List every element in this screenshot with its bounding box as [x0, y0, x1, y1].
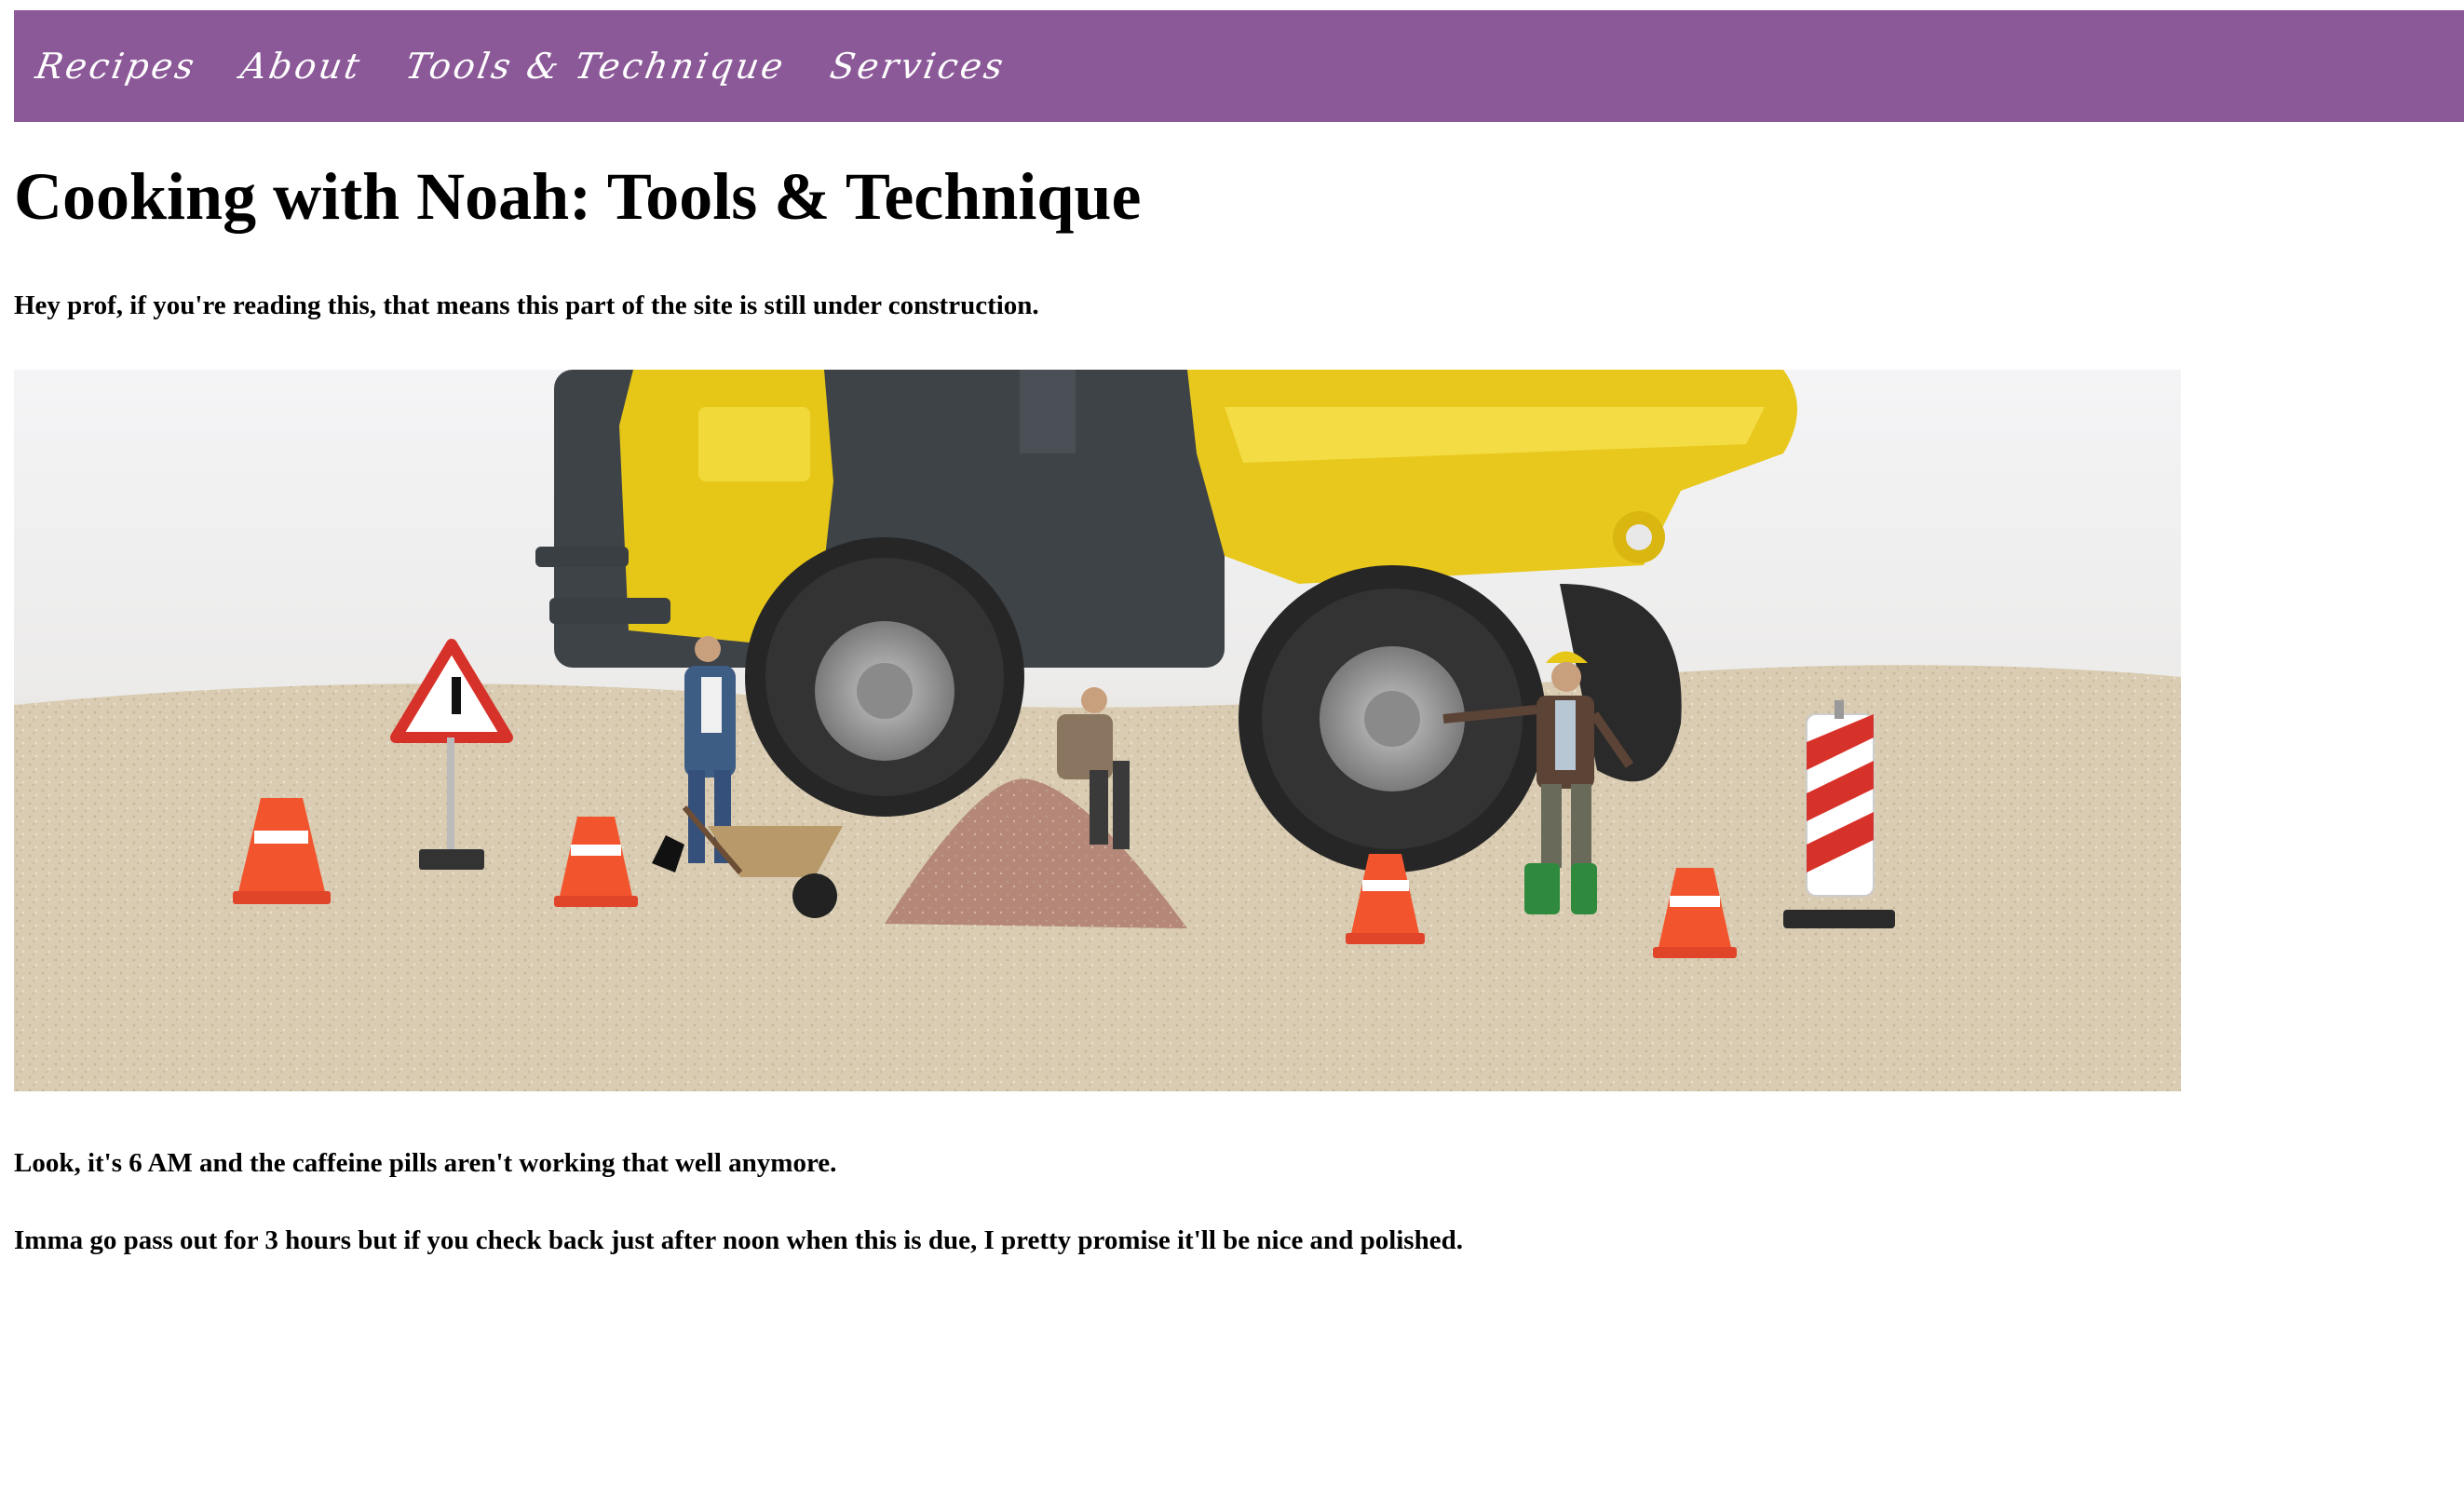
promise-note: Imma go pass out for 3 hours but if you … [14, 1225, 1463, 1255]
caffeine-note: Look, it's 6 AM and the caffeine pills a… [14, 1148, 837, 1178]
under-construction-image [14, 370, 2181, 1091]
top-navbar: Recipes About Tools & Technique Services [14, 10, 2464, 122]
nav-link-services[interactable]: Services [827, 46, 1009, 87]
construction-notice: Hey prof, if you're reading this, that m… [14, 291, 1039, 320]
page-title: Cooking with Noah: Tools & Technique [14, 159, 1142, 234]
nav-link-about[interactable]: About [237, 46, 365, 87]
nav-link-recipes[interactable]: Recipes [33, 46, 200, 87]
nav-link-tools-technique[interactable]: Tools & Technique [402, 46, 789, 87]
